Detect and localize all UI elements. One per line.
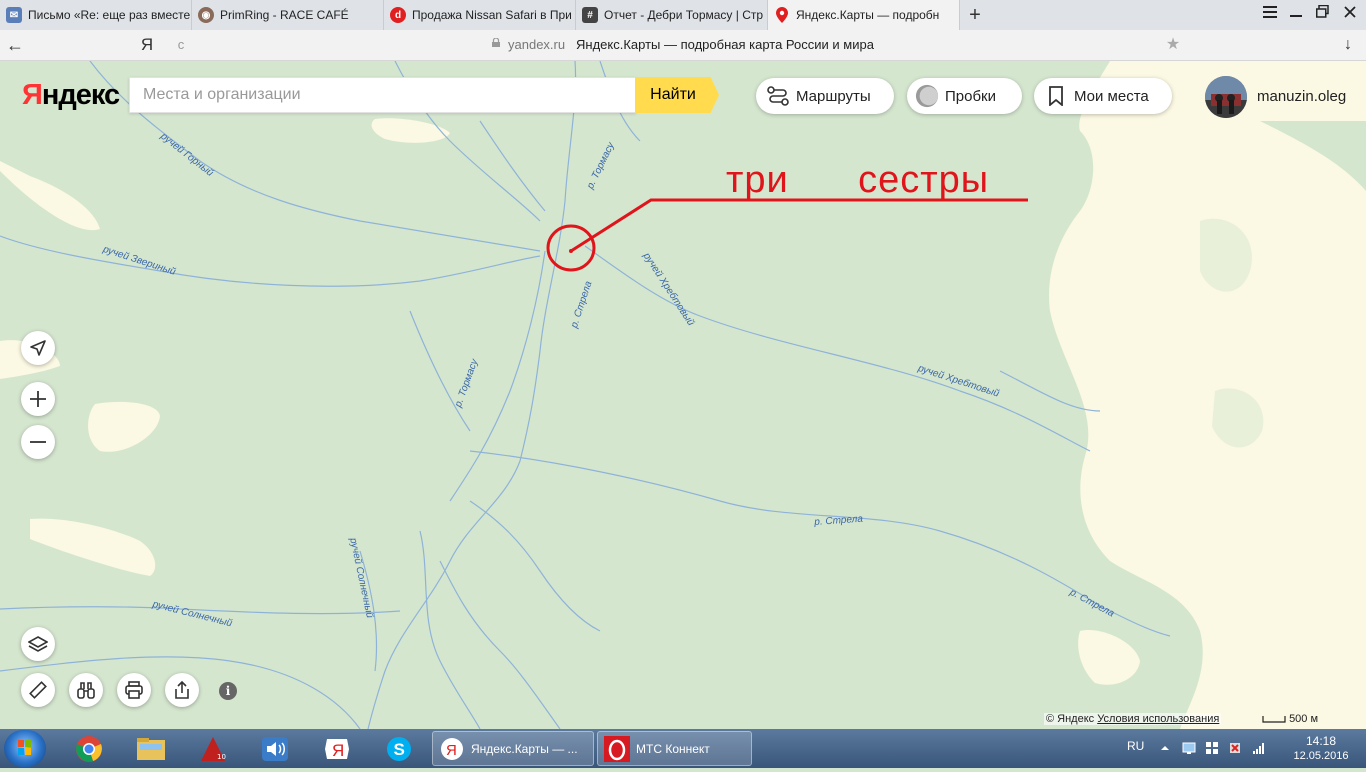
forum-icon: # — [582, 7, 598, 23]
map-pin-icon — [774, 7, 790, 23]
reload-button[interactable]: c — [172, 35, 190, 55]
lock-icon — [492, 38, 500, 47]
annotation-text: три сестры — [726, 159, 990, 201]
windows-flag-icon[interactable] — [1205, 741, 1219, 755]
network-icon[interactable] — [1182, 741, 1196, 755]
tab-title: Продажа Nissan Safari в При — [412, 8, 572, 22]
traffic-icon — [915, 84, 939, 108]
yandex-logo[interactable]: Яндекс — [22, 79, 120, 112]
close-icon[interactable] — [1338, 2, 1362, 26]
copyright: © Яндекс Условия использования — [1044, 713, 1222, 725]
yandex-browser-icon[interactable]: Я — [317, 732, 357, 765]
taskbar-window-title: Яндекс.Карты — ... — [471, 741, 578, 756]
panorama-button[interactable] — [69, 673, 103, 707]
audio-icon[interactable] — [255, 732, 295, 765]
routes-button[interactable]: Маршруты — [756, 78, 894, 114]
plus-icon — [30, 391, 46, 407]
download-icon[interactable]: ↓ — [1338, 34, 1358, 56]
avatar[interactable] — [1205, 76, 1247, 118]
tab-title: PrimRing - RACE CAFÉ — [220, 8, 349, 22]
geolocation-button[interactable] — [21, 331, 55, 365]
yandex-browser-icon: Я — [439, 736, 465, 762]
svg-text:Я: Я — [332, 741, 344, 760]
navigation-arrow-icon — [30, 340, 46, 356]
scale-bar: 500 м — [1262, 713, 1318, 725]
action-center-icon[interactable] — [1228, 741, 1242, 755]
windows-logo-icon — [18, 740, 31, 755]
minus-icon — [30, 441, 46, 443]
ruler-button[interactable] — [21, 673, 55, 707]
tab-title: Отчет - Дебри Тормасу | Стр — [604, 8, 764, 22]
my-places-button[interactable]: Мои места — [1034, 78, 1172, 114]
route-icon — [766, 84, 790, 108]
share-button[interactable] — [165, 673, 199, 707]
chrome-icon[interactable] — [69, 732, 109, 765]
username[interactable]: manuzin.oleg — [1257, 88, 1346, 105]
zoom-in-button[interactable] — [21, 382, 55, 416]
back-button[interactable]: ← — [4, 34, 26, 56]
tab-drom[interactable]: d Продажа Nissan Safari в При — [384, 0, 576, 30]
share-icon — [175, 680, 189, 699]
my-places-label: Мои места — [1074, 87, 1149, 105]
traffic-label: Пробки — [945, 87, 996, 105]
mts-connect-icon — [604, 735, 630, 762]
language-indicator[interactable]: RU — [1127, 739, 1144, 753]
tray-expand-icon[interactable] — [1158, 741, 1172, 755]
mail-icon: ✉ — [6, 7, 22, 23]
url-host[interactable]: yandex.ru — [508, 37, 565, 52]
drom-icon: d — [390, 7, 406, 23]
menu-icon[interactable] — [1258, 2, 1282, 26]
explorer-icon[interactable] — [131, 732, 171, 765]
layers-icon — [28, 636, 48, 652]
tab-bar: ✉ Письмо «Re: еще раз вместе ◉ PrimRing … — [0, 0, 1366, 31]
printer-icon — [125, 681, 143, 699]
search-input[interactable] — [129, 77, 636, 113]
taskbar: 10 Я S Я Яндекс.Карты — ... МТС Коннект … — [0, 729, 1366, 768]
tab-mail[interactable]: ✉ Письмо «Re: еще раз вместе — [0, 0, 192, 30]
tab-forum[interactable]: # Отчет - Дебри Тормасу | Стр — [576, 0, 768, 30]
terms-link[interactable]: Условия использования — [1097, 713, 1219, 725]
print-button[interactable] — [117, 673, 151, 707]
new-tab-button[interactable]: + — [962, 3, 988, 27]
address-bar: ← Я c yandex.ru Яндекс.Карты — подробная… — [0, 30, 1366, 61]
skype-icon[interactable]: S — [379, 732, 419, 765]
clock[interactable]: 14:18 12.05.2016 — [1288, 734, 1354, 764]
clock-date: 12.05.2016 — [1293, 750, 1349, 762]
signal-icon[interactable] — [1252, 741, 1266, 755]
tab-title: Яндекс.Карты — подробн — [796, 8, 940, 22]
map-view[interactable]: ручей Горный р. Тормасу ручей Звериный р… — [0, 61, 1366, 729]
taskbar-window-yandex[interactable]: Я Яндекс.Карты — ... — [432, 731, 594, 766]
taskbar-window-title: МТС Коннект — [636, 741, 710, 756]
primring-icon: ◉ — [198, 7, 214, 23]
autocad-icon[interactable]: 10 — [193, 732, 233, 765]
layers-button[interactable] — [21, 627, 55, 661]
ruler-icon — [29, 681, 47, 699]
taskbar-window-mts[interactable]: МТС Коннект — [597, 731, 752, 766]
bookmark-icon — [1044, 84, 1068, 108]
zoom-out-button[interactable] — [21, 425, 55, 459]
binoculars-icon — [77, 682, 95, 699]
tab-yandex-maps[interactable]: Яндекс.Карты — подробн — [768, 0, 960, 30]
svg-text:S: S — [394, 740, 405, 759]
find-button[interactable]: Найти — [635, 77, 719, 113]
bookmark-star-icon[interactable]: ★ — [1163, 34, 1183, 56]
clock-time: 14:18 — [1305, 734, 1337, 748]
page-title[interactable]: Яндекс.Карты — подробная карта России и … — [576, 37, 874, 52]
tab-title: Письмо «Re: еще раз вместе — [28, 8, 191, 22]
tab-primring[interactable]: ◉ PrimRing - RACE CAFÉ — [192, 0, 384, 30]
minimize-icon[interactable] — [1284, 2, 1308, 26]
traffic-button[interactable]: Пробки — [907, 78, 1022, 114]
routes-label: Маршруты — [796, 87, 871, 105]
start-button[interactable] — [4, 730, 46, 767]
info-icon[interactable]: i — [219, 682, 237, 700]
yandex-button[interactable]: Я — [137, 34, 157, 56]
restore-icon[interactable] — [1310, 2, 1334, 26]
svg-text:Я: Я — [446, 742, 457, 759]
svg-text:10: 10 — [217, 753, 226, 761]
